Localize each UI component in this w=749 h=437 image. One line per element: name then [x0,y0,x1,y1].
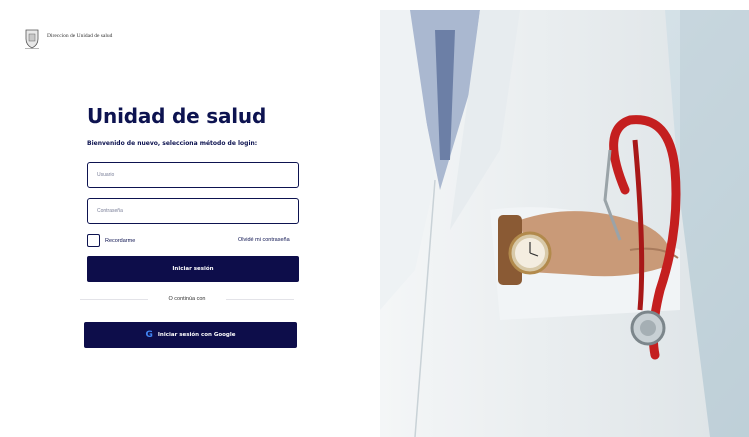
username-input[interactable] [87,162,299,188]
header: Direccion de Unidad de salud [24,28,112,50]
login-subtitle: Bienvenido de nuevo, selecciona método d… [87,140,258,147]
remember-me[interactable]: Recordarme [87,234,135,247]
divider-line-right [226,299,294,300]
remember-label: Recordarme [105,237,136,244]
google-login-button[interactable]: G Iniciar sesión con Google [84,322,297,348]
google-icon: G [145,330,153,340]
hero-image [380,10,749,437]
password-input[interactable] [87,198,299,224]
login-panel: Direccion de Unidad de salud Unidad de s… [10,10,380,437]
forgot-password-link[interactable]: Olvidé mi contraseña [238,237,290,243]
remember-checkbox[interactable] [87,234,100,247]
doctor-photo [380,10,749,437]
page-title: Unidad de salud [87,104,267,128]
org-name: Direccion de Unidad de salud [47,33,113,39]
shield-logo-icon [25,29,39,49]
divider: O continúa con [80,296,294,302]
login-button[interactable]: Iniciar sesión [87,256,299,282]
google-login-label: Iniciar sesión con Google [157,332,236,338]
